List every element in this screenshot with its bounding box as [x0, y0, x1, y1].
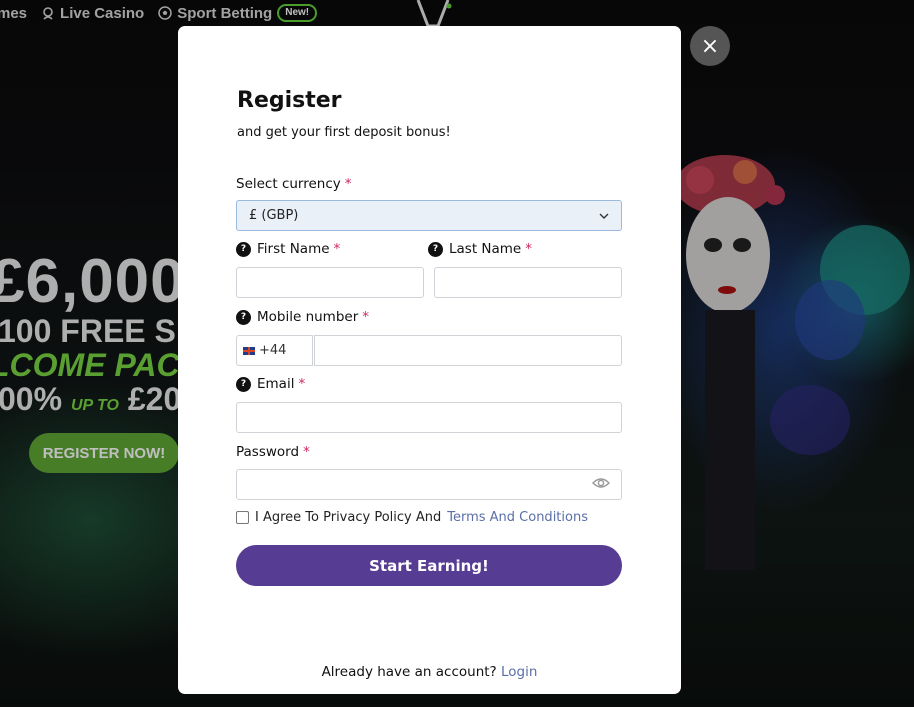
mobile-label: ? Mobile number *	[236, 309, 369, 325]
agree-terms-checkbox[interactable]	[236, 511, 249, 524]
email-label-text: Email	[257, 376, 295, 392]
start-earning-button[interactable]: Start Earning!	[236, 545, 622, 586]
agree-terms-row: I Agree To Privacy Policy And Terms And …	[236, 510, 588, 525]
required-mark: *	[298, 376, 306, 392]
email-input[interactable]	[236, 402, 622, 433]
last-name-label: ? Last Name *	[428, 241, 532, 257]
close-modal-button[interactable]: ×	[690, 26, 730, 66]
phone-country-code-select[interactable]: +44	[236, 335, 313, 366]
currency-select[interactable]: £ (GBP)	[236, 200, 622, 231]
required-mark: *	[333, 241, 341, 257]
login-prompt: Already have an account? Login	[178, 664, 681, 680]
password-input[interactable]	[236, 469, 622, 500]
first-name-label: ? First Name *	[236, 241, 340, 257]
last-name-help-icon[interactable]: ?	[428, 241, 443, 257]
login-prompt-text: Already have an account?	[321, 664, 497, 680]
currency-value: £ (GBP)	[249, 208, 299, 223]
required-mark: *	[303, 444, 310, 460]
first-name-input[interactable]	[236, 267, 424, 298]
required-mark: *	[344, 176, 352, 192]
last-name-input[interactable]	[434, 267, 622, 298]
modal-subtitle: and get your first deposit bonus!	[237, 125, 451, 140]
agree-text: I Agree To Privacy Policy And	[255, 510, 442, 525]
eye-icon[interactable]	[592, 476, 610, 490]
first-name-help-icon[interactable]: ?	[236, 241, 251, 257]
close-icon: ×	[700, 33, 720, 59]
mobile-label-text: Mobile number	[257, 309, 359, 325]
required-mark: *	[525, 241, 532, 257]
uk-flag-icon	[243, 346, 255, 355]
email-help-icon[interactable]: ?	[236, 376, 251, 392]
currency-label-text: Select currency	[236, 176, 341, 192]
login-link[interactable]: Login	[501, 664, 537, 680]
mobile-number-input[interactable]	[314, 335, 622, 366]
first-name-label-text: First Name	[257, 241, 330, 257]
currency-label: Select currency *	[236, 176, 352, 192]
password-label-text: Password	[236, 444, 300, 460]
modal-title: Register	[237, 88, 342, 113]
terms-link[interactable]: Terms And Conditions	[447, 510, 588, 525]
email-label: ? Email *	[236, 376, 305, 392]
mobile-help-icon[interactable]: ?	[236, 309, 251, 325]
password-label: Password *	[236, 444, 310, 460]
required-mark: *	[362, 309, 370, 325]
phone-code-value: +44	[259, 343, 287, 358]
register-modal: Register and get your first deposit bonu…	[178, 26, 681, 694]
last-name-label-text: Last Name	[449, 241, 522, 257]
chevron-down-icon	[599, 213, 609, 219]
